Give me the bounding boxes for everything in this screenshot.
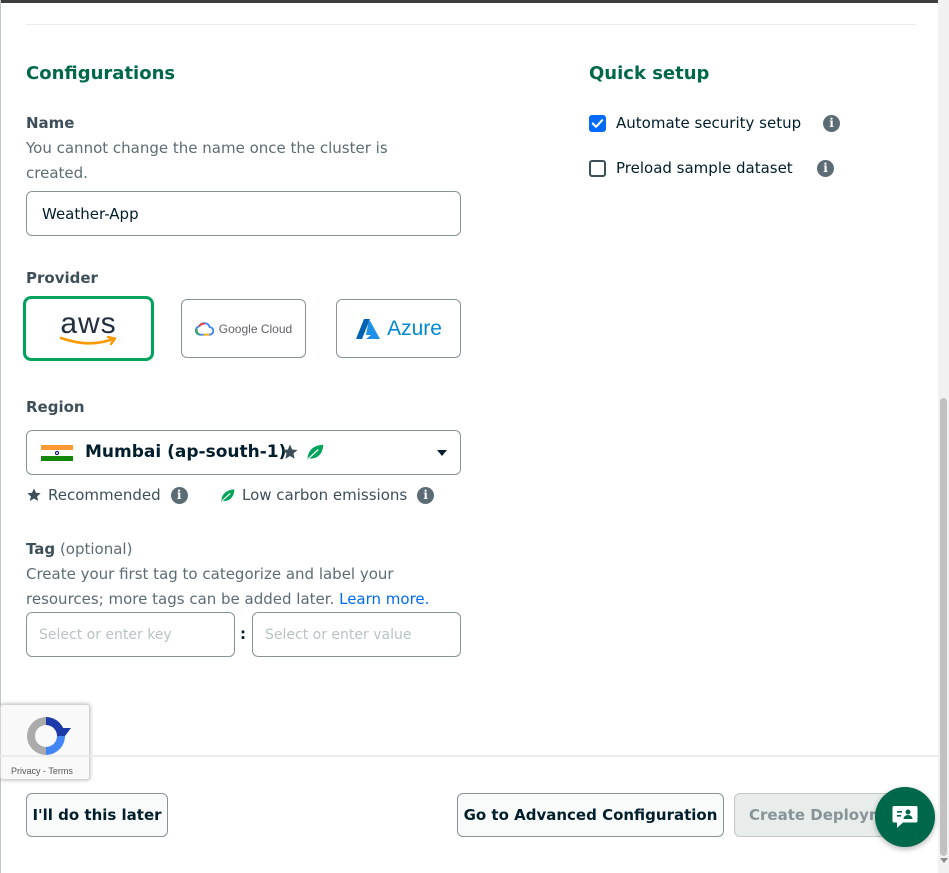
legend-recommended-text: Recommended: [48, 486, 161, 504]
footer-divider: [0, 755, 938, 757]
google-cloud-text: Google Cloud: [218, 321, 293, 336]
leaf-icon: [307, 444, 324, 460]
tag-key-input[interactable]: [26, 612, 235, 657]
recaptcha-terms[interactable]: Privacy - Terms: [11, 766, 73, 776]
scrollbar[interactable]: [938, 0, 949, 873]
checkmark-icon: [591, 119, 604, 128]
azure-icon: [356, 318, 381, 339]
region-label: Region: [26, 398, 85, 416]
aws-logo: aws: [59, 306, 119, 346]
legend-recommended: Recommended i: [26, 485, 188, 505]
window-top-border: [0, 0, 949, 3]
provider-aws-card[interactable]: aws: [23, 296, 154, 361]
name-description-line1: You cannot change the name once the clus…: [26, 139, 388, 157]
star-icon: [282, 444, 298, 459]
tag-label: Tag: [26, 540, 56, 558]
advanced-configuration-button[interactable]: Go to Advanced Configuration: [457, 793, 724, 837]
legend-low-carbon-text: Low carbon emissions: [242, 486, 408, 504]
azure-logo: Azure: [355, 317, 442, 341]
tag-description-text: resources; more tags can be added later.: [26, 590, 335, 608]
preload-dataset-checkbox[interactable]: [589, 160, 606, 177]
automate-security-checkbox[interactable]: [589, 115, 606, 132]
info-icon[interactable]: i: [417, 486, 435, 504]
quick-setup-title: Quick setup: [589, 63, 710, 84]
info-icon[interactable]: i: [170, 486, 188, 504]
scrollbar-thumb[interactable]: [940, 398, 947, 856]
learn-more-link[interactable]: Learn more.: [339, 590, 429, 608]
google-cloud-logo: Google Cloud: [194, 321, 293, 336]
region-select[interactable]: Mumbai (ap-south-1): [26, 430, 461, 475]
tag-description-line2: resources; more tags can be added later.…: [26, 587, 429, 612]
recaptcha-badge[interactable]: Privacy - Terms: [0, 704, 90, 780]
leaf-icon: [221, 488, 235, 502]
tag-heading: Tag (optional): [26, 540, 132, 558]
provider-label: Provider: [26, 269, 98, 287]
recaptcha-logo: [27, 717, 71, 755]
top-divider: [26, 24, 916, 25]
automate-security-label[interactable]: Automate security setup: [616, 114, 801, 132]
india-flag-icon: [41, 445, 73, 461]
info-icon[interactable]: i: [817, 160, 834, 177]
star-icon: [27, 488, 41, 501]
cluster-name-input[interactable]: [26, 191, 461, 236]
tag-separator: :: [240, 625, 246, 643]
provider-azure-card[interactable]: Azure: [336, 299, 461, 358]
legend-low-carbon: Low carbon emissions i: [219, 485, 435, 505]
scroll-down-arrow-icon[interactable]: [940, 858, 948, 863]
tag-optional: (optional): [59, 540, 133, 558]
do-this-later-button[interactable]: I'll do this later: [26, 793, 168, 837]
tag-description-line1: Create your first tag to categorize and …: [26, 565, 394, 583]
provider-google-cloud-card[interactable]: Google Cloud: [181, 299, 306, 358]
tag-value-input[interactable]: [252, 612, 461, 657]
aws-smile-icon: [59, 335, 116, 345]
name-label: Name: [26, 114, 75, 132]
chat-icon: [892, 806, 918, 828]
preload-dataset-label[interactable]: Preload sample dataset: [616, 159, 793, 177]
info-icon[interactable]: i: [823, 115, 840, 132]
azure-text: Azure: [387, 316, 442, 340]
chevron-down-icon: [437, 450, 447, 456]
aws-logo-text: aws: [60, 306, 117, 340]
configurations-title: Configurations: [26, 63, 176, 84]
google-cloud-icon: [194, 321, 214, 336]
chat-button[interactable]: [875, 787, 935, 847]
name-description-line2: created.: [26, 164, 88, 182]
region-value: Mumbai (ap-south-1): [85, 442, 287, 462]
